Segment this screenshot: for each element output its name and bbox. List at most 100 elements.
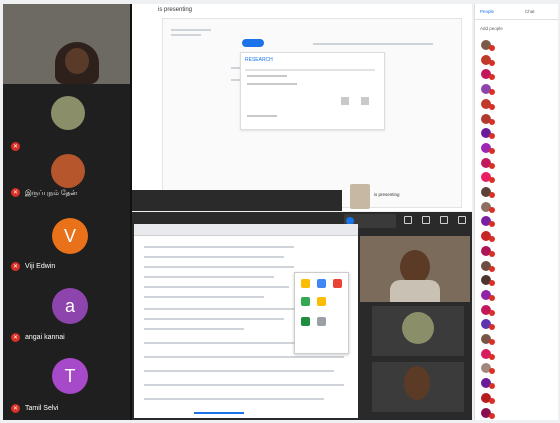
video-tile-5[interactable]: T ✕ Tamil Selvi — [3, 356, 130, 423]
participant-video-small[interactable] — [372, 306, 464, 356]
participant-row[interactable] — [477, 141, 559, 156]
participant-photo — [51, 154, 85, 188]
participant-row[interactable] — [477, 332, 559, 347]
participant-video-large[interactable] — [360, 236, 470, 302]
participant-row[interactable] — [477, 406, 559, 421]
tab-people[interactable]: People — [480, 9, 494, 14]
participant-row[interactable] — [477, 347, 559, 362]
doc-text-line — [144, 356, 344, 358]
video-tile-presenter[interactable] — [3, 4, 130, 84]
participant-row[interactable] — [477, 303, 559, 318]
mic-off-icon — [489, 250, 495, 257]
mic-off-icon — [489, 59, 495, 66]
mic-off-icon — [489, 147, 495, 154]
mic-off-icon — [489, 118, 495, 125]
tab-chat[interactable]: Chat — [525, 9, 535, 14]
mic-off-icon — [489, 177, 495, 184]
participant-row[interactable] — [477, 376, 559, 391]
participant-shirt — [390, 280, 440, 302]
participant-video-small[interactable] — [372, 362, 464, 412]
mic-off-icon: ✕ — [11, 404, 20, 413]
app-icon[interactable] — [301, 297, 310, 306]
mic-off-icon — [489, 412, 495, 419]
mic-off-icon — [489, 221, 495, 228]
participant-row[interactable] — [477, 317, 559, 332]
participant-row[interactable] — [477, 229, 559, 244]
card-text-line — [247, 115, 277, 117]
mic-off-icon — [489, 383, 495, 390]
participant-row[interactable] — [477, 112, 559, 127]
browser-toolbar — [134, 224, 358, 236]
participant-row[interactable] — [477, 82, 559, 97]
video-tile-3[interactable]: V ✕ Viji Edwin — [3, 214, 130, 281]
video-tile-1[interactable]: ✕ — [3, 86, 130, 153]
participant-row[interactable] — [477, 67, 559, 82]
create-button[interactable] — [242, 39, 264, 47]
avatar: T — [52, 358, 88, 394]
participant-row[interactable] — [477, 259, 559, 274]
participant-row[interactable] — [477, 288, 559, 303]
participant-row[interactable] — [477, 185, 559, 200]
participant-row[interactable] — [477, 97, 559, 112]
add-people-button[interactable]: Add people — [480, 26, 503, 31]
video-tile-4[interactable]: a ✕ angai kannai — [3, 286, 130, 353]
presenter-thumbnail — [350, 184, 370, 209]
participant-row[interactable] — [477, 361, 559, 376]
mic-off-icon: ✕ — [11, 333, 20, 342]
app-icon[interactable] — [301, 317, 310, 326]
participant-row[interactable] — [477, 38, 559, 53]
participant-row[interactable] — [477, 244, 559, 259]
doc-text-line — [144, 370, 334, 372]
doc-text-line — [144, 384, 344, 386]
activities-icon[interactable] — [458, 216, 466, 224]
mic-off-icon — [489, 103, 495, 110]
doc-text-line — [144, 256, 284, 258]
participant-row[interactable] — [477, 53, 559, 68]
participant-row[interactable] — [477, 273, 559, 288]
card-divider — [245, 69, 375, 71]
shared-screen[interactable] — [132, 212, 472, 420]
assignment-card[interactable]: RESEARCH — [240, 52, 385, 130]
mic-off-icon — [489, 236, 495, 243]
presentation-view[interactable]: is presenting RESEARCH is presenting — [132, 4, 472, 211]
doc-text-line — [144, 318, 284, 320]
mic-off-icon — [489, 45, 495, 51]
video-tile-label: Viji Edwin — [25, 263, 56, 270]
participant-photo — [51, 96, 85, 130]
participant-video-head — [65, 48, 89, 74]
mic-off-icon — [489, 206, 495, 213]
app-icon[interactable] — [333, 279, 342, 288]
mic-off-icon — [489, 294, 495, 301]
participant-row[interactable] — [477, 391, 559, 406]
participant-row[interactable] — [477, 200, 559, 215]
doc-text-line — [144, 398, 324, 400]
presentation-title: is presenting — [158, 7, 193, 13]
file-icon[interactable] — [361, 97, 369, 105]
app-icon[interactable] — [301, 279, 310, 288]
presentation-bottom-bar — [132, 190, 342, 211]
app-icon[interactable] — [317, 297, 326, 306]
doc-link[interactable] — [194, 412, 244, 414]
info-icon[interactable] — [404, 216, 412, 224]
chat-icon[interactable] — [440, 216, 448, 224]
apps-launcher-popup — [294, 272, 349, 354]
mic-off-icon — [489, 397, 495, 404]
doc-text-line — [144, 286, 289, 288]
video-tile-2[interactable]: ✕ இருப்புநம் தேன் — [3, 152, 130, 219]
app-icon[interactable] — [317, 317, 326, 326]
video-tiles-column: ✕ ✕ இருப்புநம் தேன் V ✕ Viji Edwin a ✕ a… — [3, 4, 130, 420]
avatar: a — [52, 288, 88, 324]
toolbar-line — [313, 43, 433, 45]
text-line — [171, 34, 201, 36]
mic-off-icon — [489, 89, 495, 96]
participant-face — [400, 250, 430, 284]
doc-text-line — [144, 266, 294, 268]
participant-row[interactable] — [477, 214, 559, 229]
participant-row[interactable] — [477, 170, 559, 185]
people-icon[interactable] — [422, 216, 430, 224]
file-icon[interactable] — [341, 97, 349, 105]
doc-text-line — [144, 308, 294, 310]
participant-row[interactable] — [477, 156, 559, 171]
participant-row[interactable] — [477, 126, 559, 141]
app-icon[interactable] — [317, 279, 326, 288]
